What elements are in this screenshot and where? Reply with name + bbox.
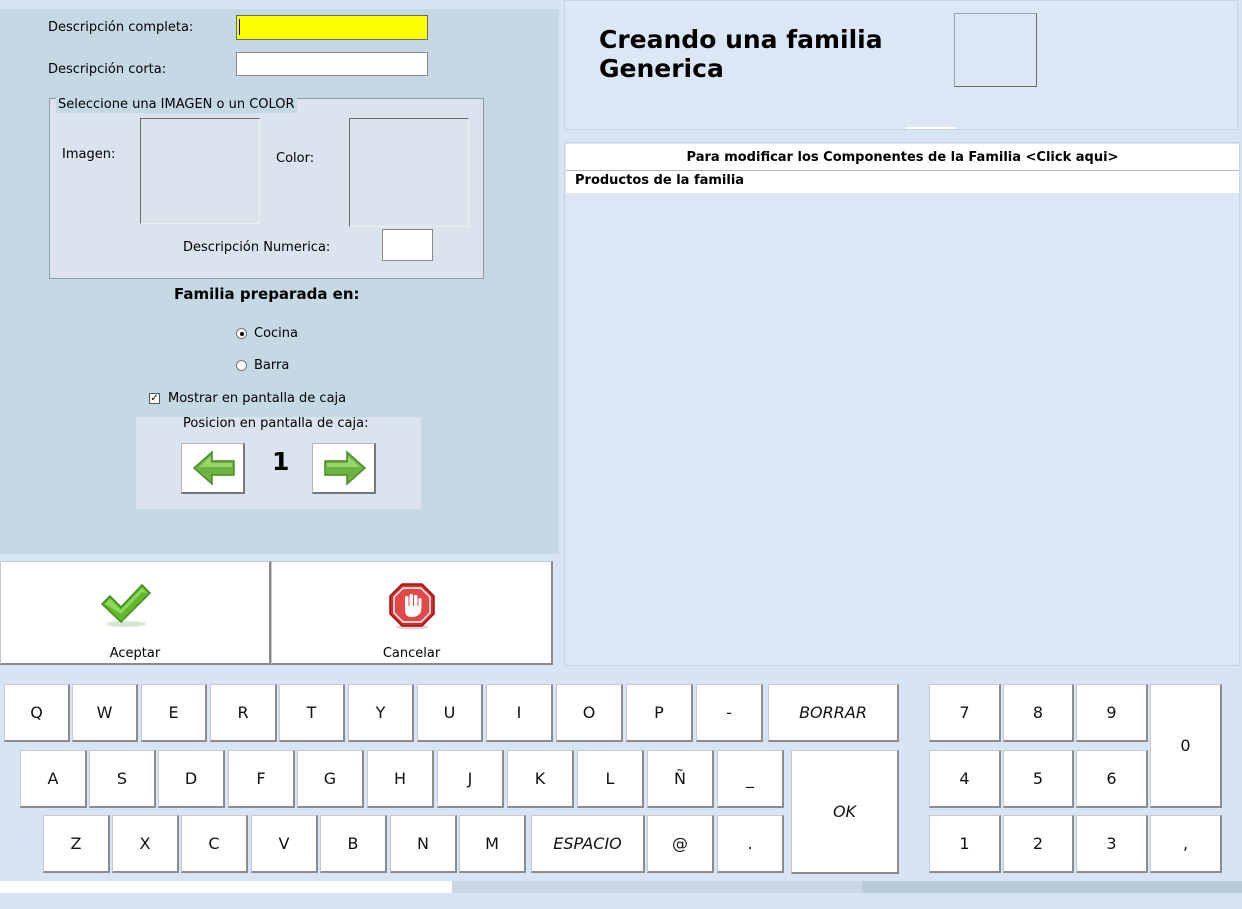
image-picker[interactable] bbox=[140, 118, 260, 224]
numeric-description-label: Descripción Numerica: bbox=[183, 240, 331, 255]
key-borrar[interactable]: BORRAR bbox=[768, 684, 899, 742]
key-enye[interactable]: Ñ bbox=[647, 750, 714, 808]
arrow-left-icon bbox=[192, 450, 235, 486]
key-l[interactable]: L bbox=[577, 750, 644, 808]
key-m[interactable]: M bbox=[459, 815, 526, 873]
numpad-9[interactable]: 9 bbox=[1076, 684, 1148, 742]
key-n[interactable]: N bbox=[390, 815, 457, 873]
numpad-0[interactable]: 0 bbox=[1150, 684, 1222, 808]
position-left-button[interactable] bbox=[181, 443, 245, 494]
short-description-input[interactable] bbox=[236, 52, 428, 76]
key-w[interactable]: W bbox=[72, 684, 138, 742]
numpad-5[interactable]: 5 bbox=[1003, 750, 1074, 808]
accept-button[interactable]: Aceptar bbox=[0, 561, 271, 665]
key-dash[interactable]: - bbox=[696, 684, 763, 742]
numpad-comma[interactable]: , bbox=[1150, 815, 1222, 873]
key-r[interactable]: R bbox=[210, 684, 277, 742]
page-title: Creando una familia Generica bbox=[599, 25, 929, 83]
full-description-label: Descripción completa: bbox=[48, 20, 194, 35]
numeric-description-input[interactable] bbox=[382, 229, 433, 261]
modify-components-link[interactable]: Para modificar los Componentes de la Fam… bbox=[566, 144, 1239, 171]
key-e[interactable]: E bbox=[141, 684, 207, 742]
short-description-label: Descripción corta: bbox=[48, 62, 167, 77]
key-a[interactable]: A bbox=[20, 750, 87, 808]
key-q[interactable]: Q bbox=[4, 684, 70, 742]
numpad-6[interactable]: 6 bbox=[1076, 750, 1148, 808]
products-list-header: Productos de la familia bbox=[566, 171, 1239, 193]
key-period[interactable]: . bbox=[717, 815, 784, 873]
key-i[interactable]: I bbox=[486, 684, 553, 742]
key-s[interactable]: S bbox=[89, 750, 156, 808]
radio-cocina-label[interactable]: Cocina bbox=[254, 326, 298, 341]
arrow-right-icon bbox=[324, 450, 367, 486]
key-underscore[interactable]: _ bbox=[717, 750, 784, 808]
image-label: Imagen: bbox=[62, 147, 116, 162]
numpad-1[interactable]: 1 bbox=[929, 815, 1001, 873]
key-p[interactable]: P bbox=[626, 684, 693, 742]
image-color-legend: Seleccione una IMAGEN o un COLOR bbox=[56, 97, 297, 113]
full-description-input[interactable] bbox=[236, 15, 428, 40]
position-label: Posicion en pantalla de caja: bbox=[183, 416, 369, 431]
key-o[interactable]: O bbox=[556, 684, 623, 742]
cancel-button[interactable]: Cancelar bbox=[271, 561, 553, 665]
key-y[interactable]: Y bbox=[348, 684, 414, 742]
page-title-line1: Creando una familia bbox=[599, 25, 883, 54]
key-t[interactable]: T bbox=[279, 684, 345, 742]
key-h[interactable]: H bbox=[367, 750, 434, 808]
key-v[interactable]: V bbox=[251, 815, 318, 873]
key-c[interactable]: C bbox=[181, 815, 248, 873]
key-g[interactable]: G bbox=[297, 750, 364, 808]
key-k[interactable]: K bbox=[507, 750, 574, 808]
checkmark-icon bbox=[100, 583, 152, 627]
position-right-button[interactable] bbox=[312, 443, 376, 494]
key-d[interactable]: D bbox=[158, 750, 225, 808]
key-x[interactable]: X bbox=[112, 815, 179, 873]
prepared-in-title: Familia preparada en: bbox=[174, 285, 360, 303]
radio-barra-label[interactable]: Barra bbox=[254, 358, 289, 373]
show-on-cash-screen-label[interactable]: Mostrar en pantalla de caja bbox=[168, 391, 346, 406]
family-preview-swatch bbox=[954, 13, 1037, 87]
color-picker[interactable] bbox=[349, 118, 469, 227]
status-strip-left bbox=[0, 881, 452, 893]
key-j[interactable]: J bbox=[437, 750, 504, 808]
status-strip-right bbox=[862, 881, 1242, 893]
stop-hand-icon bbox=[389, 583, 435, 630]
key-z[interactable]: Z bbox=[43, 815, 110, 873]
color-label: Color: bbox=[276, 151, 315, 166]
key-espacio[interactable]: ESPACIO bbox=[531, 815, 645, 873]
page-title-line2: Generica bbox=[599, 54, 724, 83]
key-at[interactable]: @ bbox=[647, 815, 714, 873]
cancel-label: Cancelar bbox=[382, 646, 441, 661]
key-u[interactable]: U bbox=[417, 684, 483, 742]
position-value: 1 bbox=[272, 447, 290, 476]
accept-label: Aceptar bbox=[109, 646, 161, 661]
header-divider bbox=[906, 127, 956, 129]
numpad-4[interactable]: 4 bbox=[929, 750, 1001, 808]
numpad-8[interactable]: 8 bbox=[1003, 684, 1074, 742]
numpad-2[interactable]: 2 bbox=[1003, 815, 1074, 873]
key-ok[interactable]: OK bbox=[791, 750, 899, 874]
status-strip-middle bbox=[452, 881, 862, 893]
numpad-3[interactable]: 3 bbox=[1076, 815, 1148, 873]
numpad-7[interactable]: 7 bbox=[929, 684, 1001, 742]
components-panel bbox=[564, 142, 1240, 666]
show-on-cash-screen-checkbox[interactable]: ✓ bbox=[149, 393, 160, 404]
radio-barra[interactable] bbox=[236, 360, 247, 371]
key-b[interactable]: B bbox=[320, 815, 387, 873]
key-f[interactable]: F bbox=[228, 750, 295, 808]
radio-cocina[interactable] bbox=[236, 328, 247, 339]
